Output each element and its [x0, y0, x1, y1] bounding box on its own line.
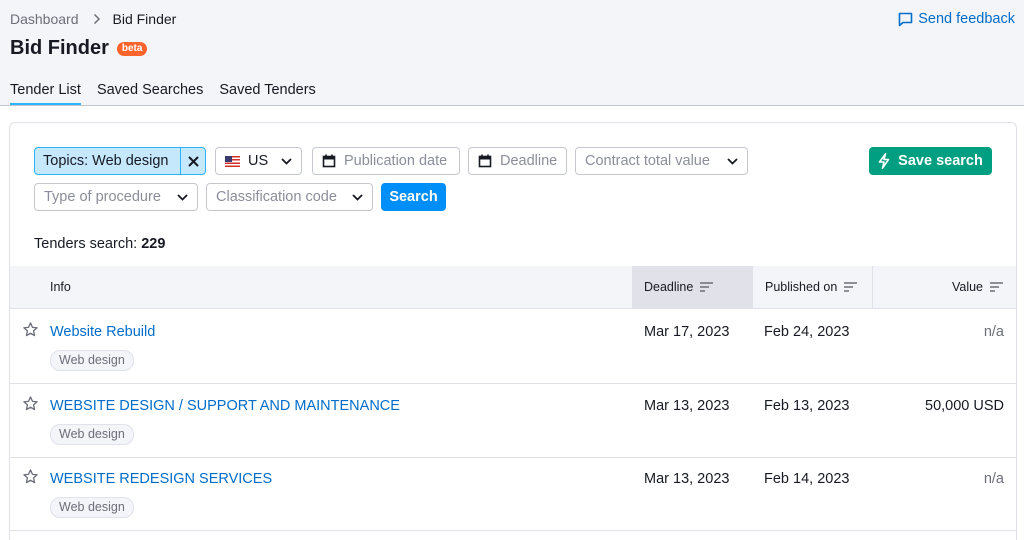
- tender-title-link[interactable]: Website Rebuild: [50, 324, 155, 340]
- value-cell: n/a: [983, 324, 1004, 340]
- star-icon[interactable]: [23, 469, 38, 484]
- procedure-type-select[interactable]: Type of procedure: [34, 183, 198, 211]
- column-header-published-label: Published on: [765, 280, 838, 294]
- results-count: Tenders search: 229: [34, 236, 165, 252]
- clear-topic-button[interactable]: [180, 148, 205, 174]
- tab-tender-list[interactable]: Tender List: [10, 82, 81, 105]
- topic-tag: Web design: [50, 497, 134, 518]
- table-header: Info Deadline Published on Value: [10, 266, 1016, 309]
- chevron-down-icon: [281, 157, 292, 165]
- contract-value-placeholder: Contract total value: [585, 153, 710, 169]
- breadcrumb-current: Bid Finder: [112, 11, 177, 27]
- value-cell: 50,000 USD: [925, 398, 1004, 414]
- deadline-cell: Mar 13, 2023: [644, 398, 730, 414]
- calendar-icon: [478, 154, 492, 168]
- column-header-deadline[interactable]: Deadline: [632, 266, 753, 308]
- save-search-button[interactable]: Save search: [869, 147, 992, 175]
- results-count-label: Tenders search:: [34, 236, 138, 252]
- save-search-label: Save search: [898, 153, 983, 169]
- chevron-right-icon: [93, 13, 101, 25]
- calendar-icon: [322, 154, 336, 168]
- results-count-value: 229: [141, 236, 166, 252]
- topic-filter-chip[interactable]: Topics: Web design: [34, 147, 206, 175]
- tender-list-card: Topics: Web design US Publication date D…: [9, 122, 1017, 540]
- deadline-cell: Mar 17, 2023: [644, 324, 730, 340]
- published-cell: Feb 24, 2023: [764, 324, 850, 340]
- tender-title-link[interactable]: WEBSITE REDESIGN SERVICES: [50, 471, 272, 487]
- table-row: WEBSITE DESIGN / SUPPORT AND MAINTENANCE…: [10, 384, 1016, 458]
- us-flag-icon: [225, 155, 240, 167]
- topic-filter-label: Topics: Web design: [43, 153, 169, 169]
- send-feedback-label: Send feedback: [918, 11, 1015, 27]
- tabs: Tender List Saved Searches Saved Tenders: [10, 82, 332, 105]
- table-row: Website Rebuild Web design Mar 17, 2023 …: [10, 310, 1016, 384]
- tender-title-link[interactable]: WEBSITE DESIGN / SUPPORT AND MAINTENANCE: [50, 398, 400, 414]
- sort-icon: [990, 282, 1003, 292]
- breadcrumb-dashboard-link[interactable]: Dashboard: [10, 11, 79, 27]
- title-row: Bid Finder beta: [10, 37, 148, 60]
- published-cell: Feb 14, 2023: [764, 471, 850, 487]
- column-header-published[interactable]: Published on: [753, 266, 873, 308]
- star-icon[interactable]: [23, 396, 38, 411]
- deadline-placeholder: Deadline: [500, 153, 558, 169]
- sort-icon: [844, 282, 858, 292]
- publication-date-filter[interactable]: Publication date: [312, 147, 460, 175]
- topic-tag: Web design: [50, 424, 134, 445]
- column-header-deadline-label: Deadline: [644, 280, 694, 294]
- deadline-cell: Mar 13, 2023: [644, 471, 730, 487]
- breadcrumb: Dashboard Bid Finder: [10, 11, 176, 27]
- tab-saved-tenders[interactable]: Saved Tenders: [219, 82, 315, 105]
- column-header-info: Info: [50, 280, 71, 294]
- topic-tag: Web design: [50, 350, 134, 371]
- published-cell: Feb 13, 2023: [764, 398, 850, 414]
- chevron-down-icon: [177, 193, 188, 201]
- close-icon: [187, 155, 199, 167]
- search-button[interactable]: Search: [381, 183, 446, 211]
- country-select[interactable]: US: [215, 147, 302, 175]
- table-row: WEBSITE REDESIGN SERVICES Web design Mar…: [10, 457, 1016, 531]
- procedure-type-placeholder: Type of procedure: [44, 189, 161, 205]
- tab-saved-searches[interactable]: Saved Searches: [97, 82, 203, 105]
- feedback-icon: [898, 12, 913, 26]
- classification-code-select[interactable]: Classification code: [206, 183, 373, 211]
- classification-code-placeholder: Classification code: [216, 189, 337, 205]
- value-cell: n/a: [983, 471, 1004, 487]
- lightning-icon: [878, 153, 890, 169]
- star-icon[interactable]: [23, 322, 38, 337]
- page-header: Dashboard Bid Finder Send feedback Bid F…: [0, 0, 1024, 106]
- send-feedback-link[interactable]: Send feedback: [898, 11, 1015, 27]
- page-title: Bid Finder: [10, 37, 109, 59]
- beta-badge: beta: [116, 41, 148, 56]
- column-header-value-label: Value: [951, 280, 983, 294]
- country-select-value: US: [248, 153, 269, 169]
- sort-icon: [700, 282, 714, 292]
- column-header-value[interactable]: Value: [873, 266, 1003, 308]
- contract-value-select[interactable]: Contract total value: [575, 147, 748, 175]
- chevron-down-icon: [352, 193, 363, 201]
- deadline-filter[interactable]: Deadline: [468, 147, 567, 175]
- publication-date-placeholder: Publication date: [344, 153, 448, 169]
- chevron-down-icon: [727, 157, 738, 165]
